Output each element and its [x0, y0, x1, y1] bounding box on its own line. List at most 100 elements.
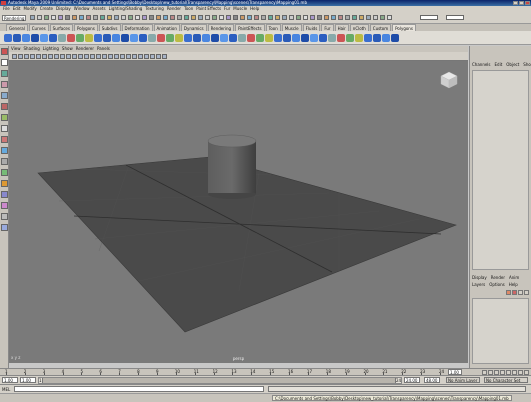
panel-toolbar-icon[interactable] — [18, 54, 23, 59]
panel-toolbar-icon[interactable] — [60, 54, 65, 59]
minimize-button[interactable] — [513, 1, 518, 5]
shelf-tool-icon[interactable] — [103, 34, 111, 42]
status-line-tool-icon[interactable] — [240, 15, 245, 20]
close-button[interactable] — [525, 1, 530, 5]
status-line-tool-icon[interactable] — [212, 15, 217, 20]
playback-end-field[interactable]: 24.00 — [404, 377, 420, 383]
tool-icon[interactable] — [1, 213, 8, 220]
command-language-label[interactable]: MEL — [2, 387, 10, 392]
shelf-tool-icon[interactable] — [49, 34, 57, 42]
shelf-tool-icon[interactable] — [112, 34, 120, 42]
status-line-tool-icon[interactable] — [366, 15, 371, 20]
shelf-tool-icon[interactable] — [373, 34, 381, 42]
shelf-tool-icon[interactable] — [283, 34, 291, 42]
status-line-tool-icon[interactable] — [387, 15, 392, 20]
status-line-tool-icon[interactable] — [163, 15, 168, 20]
status-line-tool-icon[interactable] — [107, 15, 112, 20]
status-line-tool-icon[interactable] — [149, 15, 154, 20]
tool-icon[interactable] — [1, 224, 8, 231]
status-line-tool-icon[interactable] — [44, 15, 49, 20]
panel-toolbar-icon[interactable] — [54, 54, 59, 59]
status-line-tool-icon[interactable] — [184, 15, 189, 20]
status-line-tool-icon[interactable] — [296, 15, 301, 20]
playback-start-field[interactable]: 1.00 — [20, 377, 36, 383]
shelf-tool-icon[interactable] — [175, 34, 183, 42]
tool-icon[interactable] — [1, 191, 8, 198]
shelf-tab-deformation[interactable]: Deformation — [121, 24, 153, 31]
channel-box-menu-edit[interactable]: Edit — [495, 62, 503, 67]
panel-toolbar-icon[interactable] — [114, 54, 119, 59]
status-line-tool-icon[interactable] — [247, 15, 252, 20]
status-line-tool-icon[interactable] — [198, 15, 203, 20]
status-line-tool-icon[interactable] — [100, 15, 105, 20]
panel-toolbar-icon[interactable] — [12, 54, 17, 59]
shelf-tab-muscle[interactable]: Muscle — [281, 24, 302, 31]
layer-tab-display[interactable]: Display — [472, 275, 487, 280]
status-line-tool-icon[interactable] — [156, 15, 161, 20]
shelf-tool-icon[interactable] — [139, 34, 147, 42]
tool-icon[interactable] — [1, 48, 8, 55]
status-line-tool-icon[interactable] — [170, 15, 175, 20]
time-slider[interactable]: 1.00 1 2 3 4 5 6 7 8 9 10 11 12 13 14 15 16 17 18 19 20 21 22… — [0, 368, 531, 376]
quick-select-box[interactable] — [446, 15, 464, 20]
status-line-tool-icon[interactable] — [58, 15, 63, 20]
shelf-tool-icon[interactable] — [301, 34, 309, 42]
shelf-tab-hair[interactable]: Hair — [334, 24, 349, 31]
status-line-tool-icon[interactable] — [233, 15, 238, 20]
menu-set-selector[interactable]: Rendering — [2, 15, 26, 21]
shelf-tool-icon[interactable] — [391, 34, 399, 42]
shelf-tool-icon[interactable] — [382, 34, 390, 42]
status-line-tool-icon[interactable] — [268, 15, 273, 20]
shelf-tool-icon[interactable] — [130, 34, 138, 42]
input-field-box[interactable] — [420, 15, 438, 20]
status-line-tool-icon[interactable] — [219, 15, 224, 20]
shelf-tool-icon[interactable] — [355, 34, 363, 42]
panel-toolbar-icon[interactable] — [144, 54, 149, 59]
channel-box-menu-channels[interactable]: Channels — [472, 62, 491, 67]
tool-icon[interactable] — [1, 103, 8, 110]
layer-options-icon[interactable] — [518, 290, 523, 295]
shelf-tool-icon[interactable] — [94, 34, 102, 42]
status-line-tool-icon[interactable] — [324, 15, 329, 20]
shelf-tool-icon[interactable] — [229, 34, 237, 42]
range-slider[interactable]: 1 24 — [38, 377, 402, 384]
shelf-tool-icon[interactable] — [157, 34, 165, 42]
channel-box-menu-object[interactable]: Object — [506, 62, 519, 67]
shelf-tool-icon[interactable] — [220, 34, 228, 42]
panel-toolbar-icon[interactable] — [90, 54, 95, 59]
status-line-tool-icon[interactable] — [310, 15, 315, 20]
tool-icon[interactable] — [1, 202, 8, 209]
status-line-tool-icon[interactable] — [373, 15, 378, 20]
shelf-tool-icon[interactable] — [4, 34, 12, 42]
status-line-tool-icon[interactable] — [338, 15, 343, 20]
shelf-tab-animation[interactable]: Animation — [153, 24, 180, 31]
panel-toolbar-icon[interactable] — [36, 54, 41, 59]
shelf-tab-toon[interactable]: Toon — [265, 24, 281, 31]
shelf-tool-icon[interactable] — [337, 34, 345, 42]
status-line-tool-icon[interactable] — [275, 15, 280, 20]
status-line-tool-icon[interactable] — [380, 15, 385, 20]
status-line-tool-icon[interactable] — [121, 15, 126, 20]
perspective-viewport[interactable]: x y z persp — [9, 61, 468, 363]
shelf-tab-ncloth[interactable]: nCloth — [349, 24, 369, 31]
animation-end-field[interactable]: 48.00 — [424, 377, 440, 383]
panel-toolbar-icon[interactable] — [72, 54, 77, 59]
range-slider-thumb[interactable]: 1 — [39, 378, 43, 383]
shelf-tool-icon[interactable] — [346, 34, 354, 42]
status-line-tool-icon[interactable] — [114, 15, 119, 20]
status-line-tool-icon[interactable] — [317, 15, 322, 20]
panel-toolbar-icon[interactable] — [96, 54, 101, 59]
panel-toolbar-icon[interactable] — [66, 54, 71, 59]
status-line-tool-icon[interactable] — [86, 15, 91, 20]
character-set-selector[interactable]: No Character Set — [484, 377, 528, 383]
shelf-tool-icon[interactable] — [292, 34, 300, 42]
shelf-tab-subdivs[interactable]: Subdivs — [98, 24, 121, 31]
status-line-tool-icon[interactable] — [254, 15, 259, 20]
panel-toolbar-icon[interactable] — [162, 54, 167, 59]
tool-icon[interactable] — [1, 114, 8, 121]
shelf-tool-icon[interactable] — [274, 34, 282, 42]
shelf-tool-icon[interactable] — [328, 34, 336, 42]
anim-layer-selector[interactable]: No Anim Layer — [446, 377, 480, 383]
shelf-tool-icon[interactable] — [166, 34, 174, 42]
new-layer-icon[interactable] — [506, 290, 511, 295]
